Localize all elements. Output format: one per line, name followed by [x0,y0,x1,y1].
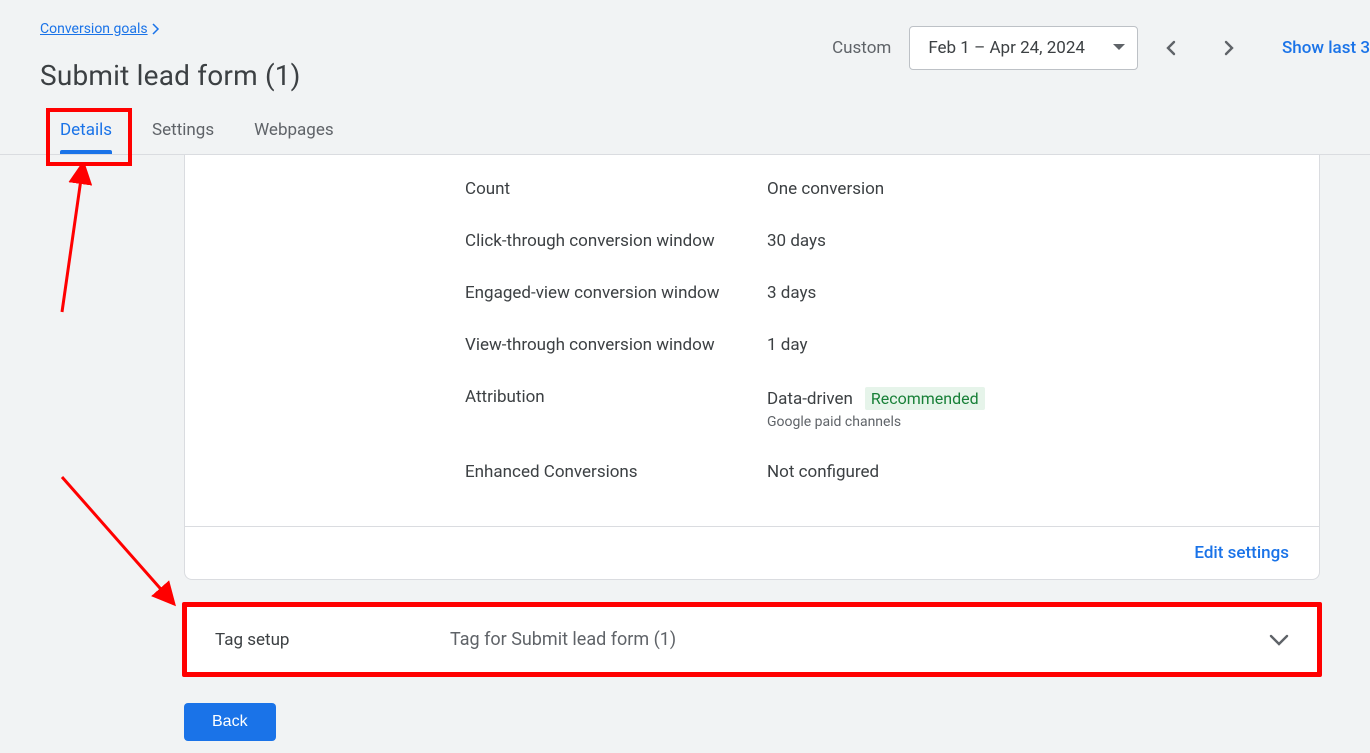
tab-details[interactable]: Details [60,120,112,154]
setting-value: One conversion [767,179,884,199]
chevron-left-icon [1164,40,1180,56]
setting-value: 30 days [767,231,826,251]
annotation-arrow [54,474,204,624]
setting-value: Not configured [767,462,879,482]
show-last-link[interactable]: Show last 3 [1262,38,1370,58]
breadcrumb[interactable]: Conversion goals [40,21,160,37]
setting-row-enhanced: Enhanced Conversions Not configured [465,446,1285,498]
chevron-right-icon [152,23,160,35]
date-range-value: Feb 1 – Apr 24, 2024 [928,38,1085,58]
breadcrumb-link[interactable]: Conversion goals [40,21,148,37]
chevron-down-icon [1269,634,1289,646]
setting-label: View-through conversion window [465,335,767,355]
tag-setup-label: Tag setup [215,630,450,650]
setting-label: Count [465,179,767,199]
setting-label: Click-through conversion window [465,231,767,251]
setting-row-count: Count One conversion [465,163,1285,215]
dropdown-icon [1113,44,1125,52]
tab-settings[interactable]: Settings [152,120,214,154]
setting-label: Enhanced Conversions [465,462,767,482]
recommended-badge: Recommended [865,387,985,410]
tag-setup-panel[interactable]: Tag setup Tag for Submit lead form (1) [184,604,1320,675]
setting-value: 1 day [767,335,808,355]
setting-value: Data-driven [767,389,853,409]
edit-settings-link[interactable]: Edit settings [1194,543,1289,563]
settings-card: Count One conversion Click-through conve… [184,155,1320,580]
chevron-right-icon [1220,40,1236,56]
tab-webpages[interactable]: Webpages [254,120,334,154]
setting-label: Attribution [465,387,767,407]
date-range-picker[interactable]: Feb 1 – Apr 24, 2024 [909,26,1138,70]
annotation-arrow [50,162,110,322]
setting-subtext: Google paid channels [767,414,901,430]
setting-row-attribution: Attribution Data-driven Recommended Goog… [465,371,1285,446]
tabs: Details Settings Webpages [0,92,1370,155]
back-button[interactable]: Back [184,703,276,741]
date-prev-button[interactable] [1150,26,1194,70]
tag-setup-value: Tag for Submit lead form (1) [450,629,1269,650]
date-next-button[interactable] [1206,26,1250,70]
setting-label: Engaged-view conversion window [465,283,767,303]
setting-row-view-window: View-through conversion window 1 day [465,319,1285,371]
setting-row-engaged-window: Engaged-view conversion window 3 days [465,267,1285,319]
setting-row-click-window: Click-through conversion window 30 days [465,215,1285,267]
setting-value: 3 days [767,283,816,303]
date-range-label: Custom [832,38,891,58]
